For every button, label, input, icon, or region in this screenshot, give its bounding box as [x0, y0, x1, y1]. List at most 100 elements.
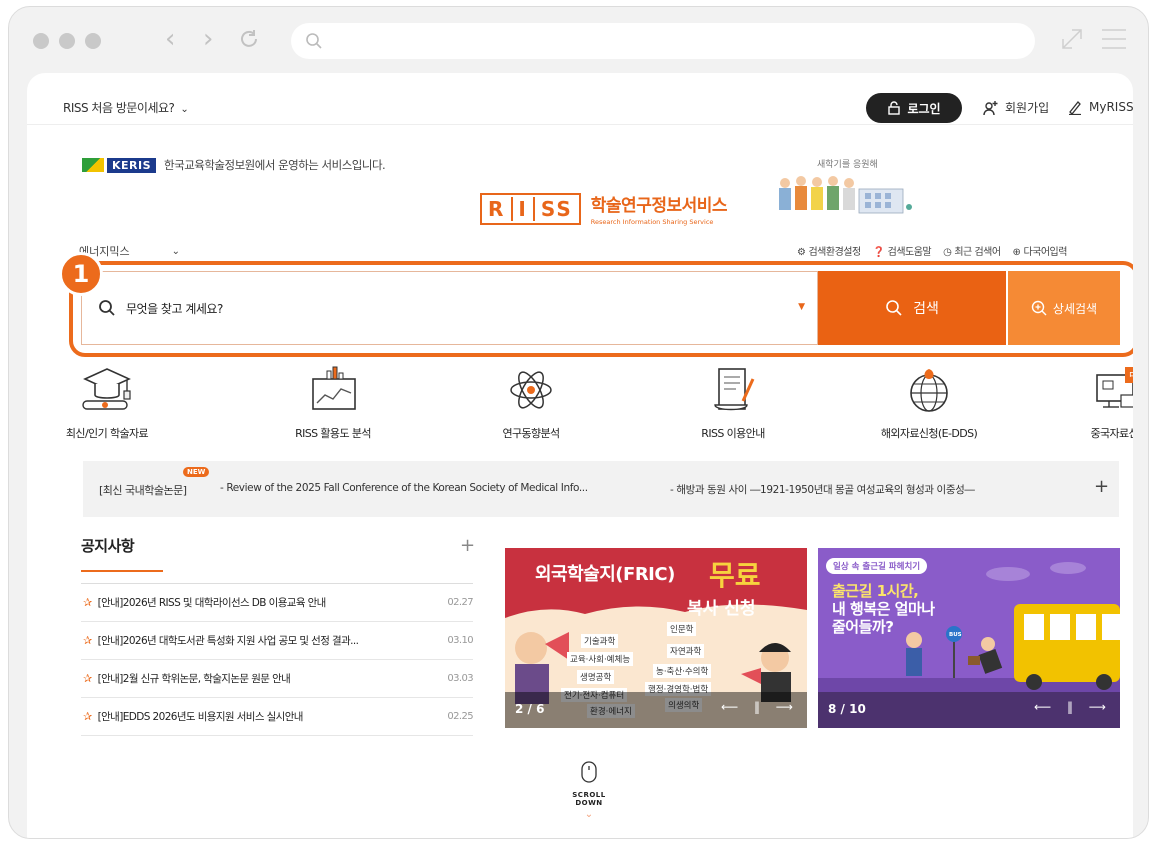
- subject-tag: 생명공학: [577, 670, 615, 684]
- globe-location-icon: [910, 369, 948, 412]
- signup-label: 회원가입: [1005, 101, 1050, 115]
- subject-tag: 인문학: [667, 622, 697, 636]
- forward-icon[interactable]: ›: [203, 24, 213, 54]
- notice-text: [안내]2026년 RISS 및 대학라이선스 DB 이용교육 안내: [97, 597, 327, 609]
- quick-link-label: RISS 이용안내: [701, 427, 765, 440]
- caret-down-icon[interactable]: ▼: [798, 302, 805, 312]
- banner-counter: 2 / 6: [515, 702, 545, 716]
- top-utility-bar: RISS 처음 방문이세요? ⌄ 로그인 회원가입 MyRISS: [27, 73, 1133, 125]
- reload-icon[interactable]: [237, 21, 261, 58]
- banner-commute[interactable]: 일상 속 출근길 파헤치기 출근길 1시간, 내 행복은 얼마나 줄어들까? B…: [818, 548, 1120, 728]
- clock-icon: ◷: [943, 247, 952, 258]
- logo-letter-r: R: [488, 196, 506, 221]
- tool-label: 다국어입력: [1023, 247, 1067, 258]
- quick-link-latest-popular[interactable]: 최신/인기 학술자료: [37, 365, 177, 441]
- expand-icon[interactable]: [1059, 26, 1085, 52]
- banner-nav[interactable]: ⟵ ‖ ⟶: [1034, 700, 1112, 714]
- scroll-down-hint[interactable]: SCROLL DOWN ⌄: [559, 761, 619, 820]
- notice-date: 03.03: [447, 673, 473, 684]
- ticker-item[interactable]: - Review of the 2025 Fall Conference of …: [220, 482, 588, 494]
- notice-item[interactable]: ✰ [안내]2026년 RISS 및 대학라이선스 DB 이용교육 안내 02.27: [81, 584, 474, 622]
- browser-chrome: ‹ ›: [9, 7, 1148, 73]
- notice-text: [안내]2월 신규 학위논문, 학술지논문 원문 안내: [97, 673, 291, 685]
- bus-sign: BUS: [949, 632, 962, 638]
- myriss-link[interactable]: MyRISS: [1067, 99, 1133, 115]
- keris-logo[interactable]: KERIS: [82, 157, 157, 173]
- keris-notice: KERIS 한국교육학술정보원에서 운영하는 서비스입니다.: [82, 157, 386, 173]
- ticker-tag[interactable]: [최신 국내학술논문]: [99, 482, 187, 498]
- ticker-item[interactable]: - 해방과 동원 사이 ―1921-1950년대 몽골 여성교육의 형성과 이중…: [670, 482, 975, 497]
- notice-list: ✰ [안내]2026년 RISS 및 대학라이선스 DB 이용교육 안내 02.27…: [81, 583, 474, 736]
- banner-title: 외국학술지(FRIC): [535, 560, 675, 586]
- quick-link-research-trends[interactable]: 연구동향분석: [461, 365, 601, 441]
- notice-more-button[interactable]: +: [460, 535, 475, 556]
- url-bar[interactable]: [291, 23, 1035, 59]
- quick-link-label: 해외자료신청(E-DDS): [880, 427, 978, 440]
- subject-tag: 교육·사회·예체능: [567, 652, 634, 666]
- notice-date: 02.27: [447, 597, 473, 608]
- svg-text:中: 中: [1129, 369, 1133, 382]
- banner-nav[interactable]: ⟵ ‖ ⟶: [721, 700, 799, 714]
- quick-link-edds[interactable]: 해외자료신청(E-DDS): [859, 365, 999, 441]
- advanced-search-label: 상세검색: [1052, 301, 1098, 316]
- chevron-down-icon: ⌄: [180, 104, 189, 115]
- promo-people-illustration[interactable]: [769, 171, 919, 215]
- pin-icon: ✰: [83, 710, 92, 723]
- subject-tag: 농·축산·수의학: [653, 664, 712, 678]
- search-icon: [886, 300, 902, 316]
- signup-link[interactable]: 회원가입: [983, 99, 1049, 116]
- window-close-dot[interactable]: [33, 33, 49, 49]
- window-maximize-dot[interactable]: [85, 33, 101, 49]
- menu-icon[interactable]: [1101, 27, 1127, 51]
- notice-title: 공지사항: [81, 537, 135, 555]
- notice-item[interactable]: ✰ [안내]EDDS 2026년도 비용지원 서비스 실시안내 02.25: [81, 698, 474, 736]
- zoom-plus-icon: [1031, 300, 1047, 316]
- ticker-more-button[interactable]: +: [1094, 476, 1109, 497]
- subject-tag: 기술과학: [581, 634, 619, 648]
- login-button[interactable]: 로그인: [866, 93, 962, 123]
- help-icon: ❓: [872, 247, 885, 258]
- first-visit-dropdown[interactable]: RISS 처음 방문이세요? ⌄: [63, 99, 189, 116]
- tool-multilingual-input[interactable]: ⊕ 다국어입력: [1013, 243, 1068, 258]
- riss-logo[interactable]: R I SS 학술연구정보서비스 Research Information Sh…: [480, 191, 728, 226]
- banner-counter: 8 / 10: [828, 702, 866, 716]
- advanced-search-button[interactable]: 상세검색: [1006, 271, 1120, 345]
- tool-search-help[interactable]: ❓ 검색도움말: [872, 243, 932, 258]
- tool-recent-searches[interactable]: ◷ 최근 검색어: [943, 243, 1001, 258]
- banner-fric[interactable]: 외국학술지(FRIC) 무료 복사 신청 기술과학 인문학 교육·사회·예체능 …: [505, 548, 807, 728]
- logo-subtitle: Research Information Sharing Service: [590, 218, 714, 226]
- riss-page: RISS 처음 방문이세요? ⌄ 로그인 회원가입 MyRISS KERIS 한국…: [27, 73, 1133, 838]
- quick-link-china-request[interactable]: 中 중국자료신청: [1049, 365, 1133, 441]
- scroll-icon: [714, 368, 755, 411]
- quick-link-riss-guide[interactable]: RISS 이용안내: [663, 365, 803, 441]
- gear-icon: ⚙: [797, 247, 806, 258]
- search-icon: [99, 300, 115, 316]
- banner-title-line: 출근길 1시간,: [832, 582, 919, 600]
- notice-item[interactable]: ✰ [안내]2월 신규 학위논문, 학술지논문 원문 안내 03.03: [81, 660, 474, 698]
- notice-text: [안내]EDDS 2026년도 비용지원 서비스 실시안내: [97, 711, 304, 723]
- subject-tag: 자연과학: [667, 644, 705, 658]
- search-button[interactable]: 검색: [818, 271, 1006, 345]
- back-icon[interactable]: ‹: [165, 24, 175, 54]
- scroll-down-label: SCROLL DOWN: [572, 791, 606, 807]
- pin-icon: ✰: [83, 672, 92, 685]
- quick-link-label: 중국자료신청: [1090, 427, 1133, 440]
- myriss-label: MyRISS: [1089, 100, 1133, 114]
- notice-date: 02.25: [447, 711, 473, 722]
- monitor-book-icon: 中: [1096, 367, 1133, 408]
- notice-item[interactable]: ✰ [안내]2026년 대학도서관 특성화 지원 사업 공모 및 선정 결과...…: [81, 622, 474, 660]
- tool-label: 검색환경설정: [808, 247, 861, 258]
- latest-papers-ticker: [최신 국내학술논문] NEW - Review of the 2025 Fal…: [83, 461, 1119, 517]
- search-icon: [306, 33, 322, 49]
- quick-links: 최신/인기 학술자료 RISS 활용도 분석 연구동향분석 RISS 이용안내 …: [65, 365, 1133, 445]
- chevron-down-icon: ⌄: [584, 809, 594, 820]
- tool-label: 최근 검색어: [954, 247, 1001, 258]
- search-input[interactable]: 무엇을 찾고 계세요? ▼: [81, 271, 818, 345]
- banner-controls: 2 / 6 ⟵ ‖ ⟶: [505, 692, 807, 728]
- tool-search-settings[interactable]: ⚙ 검색환경설정: [797, 243, 861, 258]
- quick-link-usage-analysis[interactable]: RISS 활용도 분석: [263, 365, 403, 441]
- keris-flag-icon: [82, 158, 104, 172]
- quick-link-label: 최신/인기 학술자료: [65, 427, 149, 440]
- notice-board: 공지사항 + ✰ [안내]2026년 RISS 및 대학라이선스 DB 이용교육 …: [81, 535, 475, 736]
- window-minimize-dot[interactable]: [59, 33, 75, 49]
